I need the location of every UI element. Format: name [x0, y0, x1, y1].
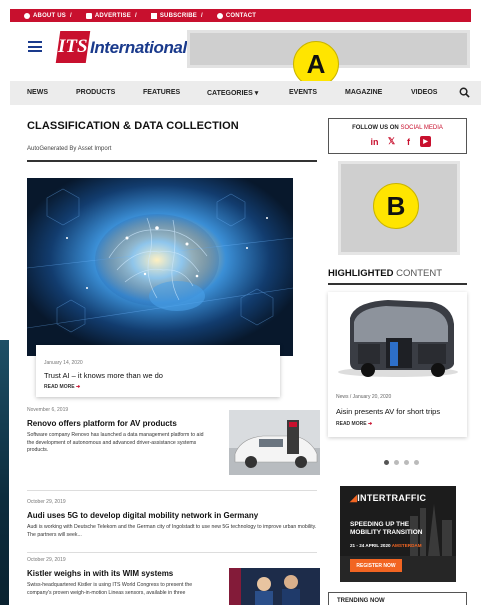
- top-link-advertise[interactable]: ADVERTISE /: [85, 12, 137, 19]
- highlighted-content-heading: HIGHLIGHTED CONTENT: [328, 268, 442, 279]
- main-nav: NEWS PRODUCTS FEATURES CATEGORIES ▾ EVEN…: [10, 81, 481, 105]
- newspaper-icon: [150, 12, 157, 19]
- top-link-label: ADVERTISE: [94, 12, 131, 19]
- read-more-label: READ MORE: [336, 421, 367, 427]
- separator: /: [69, 12, 72, 19]
- linkedin-icon[interactable]: in: [369, 136, 380, 147]
- trending-box: TRENDING NOW: [328, 592, 467, 605]
- annotation-marker-b: B: [373, 183, 419, 229]
- hero-image[interactable]: [27, 178, 293, 356]
- heading-light: CONTENT: [396, 268, 443, 279]
- highlighted-image[interactable]: [328, 292, 467, 384]
- highlighted-meta: News / January 20, 2020: [336, 394, 392, 400]
- top-link-contact[interactable]: CONTACT: [216, 12, 257, 19]
- facebook-icon[interactable]: f: [403, 136, 414, 147]
- top-bar: ABOUT US / ADVERTISE / SUBSCRIBE / CONTACT: [10, 9, 471, 22]
- backdrop-strip: [0, 340, 9, 605]
- info-icon: [24, 12, 30, 19]
- top-link-subscribe[interactable]: SUBSCRIBE /: [150, 12, 203, 19]
- ad-city: AMSTERDAM: [391, 543, 422, 548]
- arrow-right-icon: ➔: [367, 421, 373, 427]
- article-date: October 29, 2019: [27, 557, 66, 563]
- carousel-dot[interactable]: [404, 460, 409, 465]
- nav-categories[interactable]: CATEGORIES ▾: [207, 89, 258, 97]
- chevron-down-icon: ▾: [254, 90, 259, 97]
- nav-features[interactable]: FEATURES: [143, 89, 180, 96]
- byline: AutoGenerated By Asset Import: [27, 146, 112, 152]
- nav-magazine[interactable]: MAGAZINE: [345, 89, 382, 96]
- divider: [27, 490, 317, 491]
- article-excerpt: Swiss-headquartered Kistler is using ITS…: [27, 582, 193, 596]
- list-item[interactable]: November 6, 2019 Renovo offers platform …: [27, 407, 320, 487]
- hero-date: January 14, 2020: [44, 360, 83, 366]
- follow-us-box: FOLLOW US ON SOCIAL MEDIA in 𝕏 f ▶: [328, 118, 467, 154]
- site-header: ITS International A: [10, 22, 481, 87]
- highlighted-title[interactable]: Aisin presents AV for short trips: [336, 407, 440, 416]
- contact-icon: [216, 12, 223, 19]
- top-link-about[interactable]: ABOUT US /: [24, 12, 72, 19]
- article-date: October 29, 2019: [27, 499, 66, 505]
- hero-card[interactable]: January 14, 2020 Trust AI – it knows mor…: [36, 345, 280, 397]
- article-thumbnail[interactable]: [229, 410, 320, 475]
- arrow-right-icon: ➔: [75, 384, 81, 390]
- nav-events[interactable]: EVENTS: [289, 89, 317, 96]
- twitter-icon[interactable]: 𝕏: [386, 136, 397, 147]
- heading-bold: HIGHLIGHTED: [328, 268, 394, 279]
- nav-products[interactable]: PRODUCTS: [76, 89, 115, 96]
- carousel-dot[interactable]: [394, 460, 399, 465]
- follow-label-highlight: SOCIAL MEDIA: [400, 125, 443, 131]
- trending-label: TRENDING NOW: [337, 598, 385, 604]
- logo-mark-text: ITS: [58, 36, 88, 57]
- logo-text[interactable]: International: [90, 38, 187, 58]
- logo-mark[interactable]: ITS: [55, 31, 91, 63]
- nav-news[interactable]: NEWS: [27, 89, 48, 96]
- intertraffic-logo: ◢INTERTRAFFIC: [350, 493, 426, 504]
- divider: [27, 160, 317, 162]
- read-more-label: READ MORE: [44, 384, 75, 390]
- nav-categories-label: CATEGORIES: [207, 90, 253, 97]
- youtube-icon[interactable]: ▶: [420, 136, 431, 147]
- intertraffic-ad[interactable]: ◢INTERTRAFFIC SPEEDING UP THE MOBILITY T…: [340, 486, 456, 582]
- list-item[interactable]: October 29, 2019 Audi uses 5G to develop…: [27, 499, 317, 549]
- divider: [27, 552, 317, 553]
- carousel-dot[interactable]: [414, 460, 419, 465]
- search-icon[interactable]: [459, 87, 470, 98]
- top-link-label: CONTACT: [225, 12, 257, 19]
- article-title[interactable]: Renovo offers platform for AV products: [27, 419, 177, 428]
- separator: /: [134, 12, 137, 19]
- nav-videos[interactable]: VIDEOS: [411, 89, 437, 96]
- ad-dates: 21 - 24 APRIL 2020 AMSTERDAM: [350, 543, 422, 548]
- article-title[interactable]: Kistler weighs in with its WIM systems: [27, 569, 173, 578]
- separator: /: [200, 12, 203, 19]
- top-link-label: ABOUT US: [33, 12, 66, 19]
- carousel-dot[interactable]: [384, 460, 389, 465]
- social-links: in 𝕏 f ▶: [369, 136, 431, 147]
- read-more-link[interactable]: READ MORE ➔: [336, 421, 372, 427]
- carousel-dots: [384, 460, 419, 465]
- article-excerpt: Software company Renovo has launched a d…: [27, 432, 204, 453]
- highlighted-card[interactable]: News / January 20, 2020 Aisin presents A…: [328, 292, 467, 437]
- article-date: November 6, 2019: [27, 407, 69, 413]
- ad-dates-text: 21 - 24 APRIL 2020: [350, 543, 391, 548]
- intertraffic-logo-text: INTERTRAFFIC: [357, 493, 427, 503]
- read-more-link[interactable]: READ MORE ➔: [44, 384, 80, 390]
- page: ABOUT US / ADVERTISE / SUBSCRIBE / CONTACT …: [10, 0, 481, 605]
- follow-us-label: FOLLOW US ON SOCIAL MEDIA: [329, 125, 466, 131]
- page-title: CLASSIFICATION & DATA COLLECTION: [27, 120, 239, 132]
- list-item[interactable]: October 29, 2019 Kistler weighs in with …: [27, 557, 320, 605]
- divider: [328, 283, 467, 285]
- hamburger-menu-icon[interactable]: [28, 41, 42, 52]
- follow-label-main: FOLLOW US ON: [352, 125, 399, 131]
- megaphone-icon: [85, 12, 92, 19]
- top-link-label: SUBSCRIBE: [159, 12, 197, 19]
- register-now-button[interactable]: REGISTER NOW: [350, 559, 402, 572]
- article-excerpt: Audi is working with Deutsche Telekom an…: [27, 524, 317, 538]
- article-title[interactable]: Audi uses 5G to develop digital mobility…: [27, 511, 258, 520]
- ad-heading: SPEEDING UP THE MOBILITY TRANSITION: [350, 521, 423, 536]
- hero-title[interactable]: Trust AI – it knows more than we do: [44, 371, 163, 380]
- article-thumbnail[interactable]: [229, 568, 320, 605]
